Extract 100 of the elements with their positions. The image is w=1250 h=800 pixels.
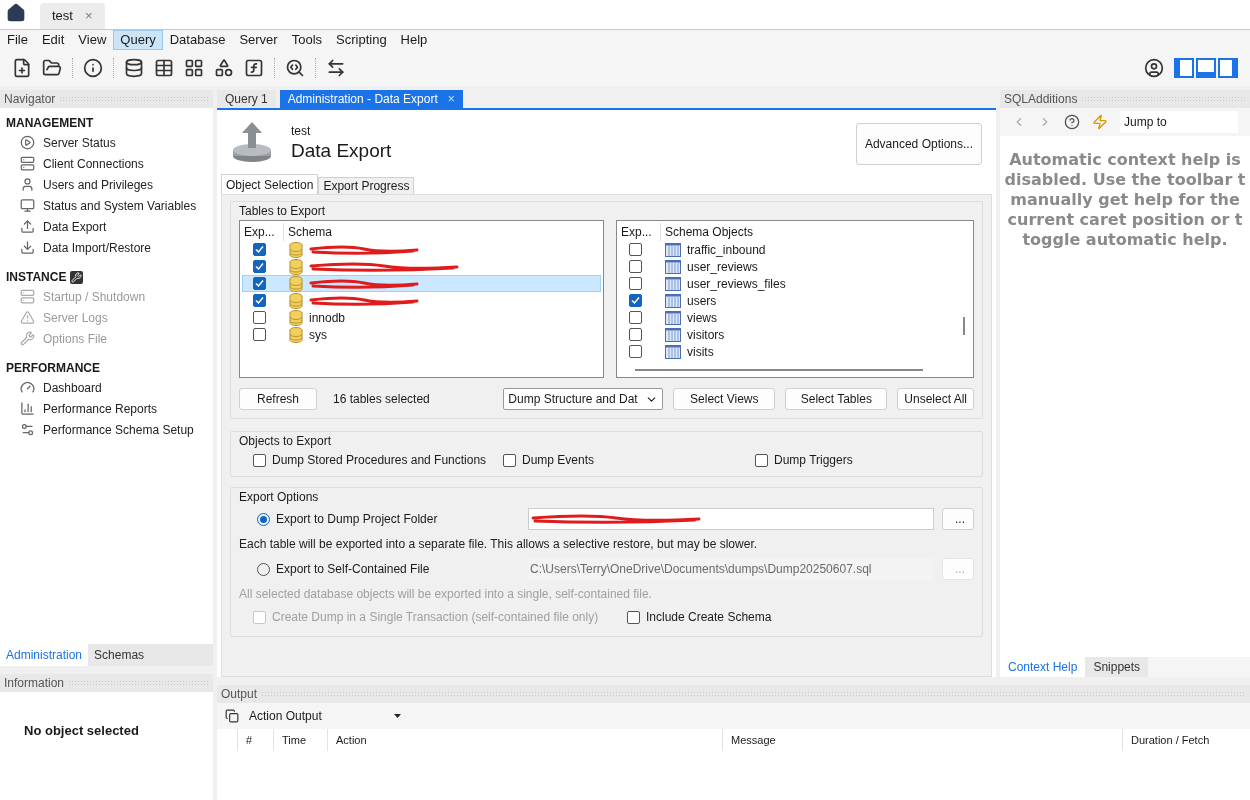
page-title: Data Export: [291, 140, 392, 162]
info-icon[interactable]: [83, 58, 103, 78]
column-header: Exp...: [242, 223, 284, 241]
home-icon[interactable]: [6, 3, 26, 23]
help-icon[interactable]: [1064, 114, 1080, 130]
checkbox[interactable]: [253, 311, 266, 324]
checkbox[interactable]: [253, 453, 266, 467]
action-button[interactable]: Select Views: [673, 388, 776, 410]
report-icon: [20, 401, 35, 416]
option-description: Each table will be exported into a separate file. This allows a selective restore, but may be slower.: [239, 536, 759, 553]
search-icon[interactable]: [285, 58, 305, 78]
navigator-item[interactable]: Performance Reports: [6, 398, 207, 419]
output-toggle-icon[interactable]: [1196, 58, 1216, 78]
server-icon: [20, 156, 35, 171]
sidebar-tab[interactable]: Schemas: [88, 644, 151, 666]
checkbox[interactable]: [253, 243, 266, 256]
menu-item[interactable]: Server: [232, 30, 285, 50]
copy-icon[interactable]: [225, 709, 239, 723]
navigator-item[interactable]: Server Status: [6, 132, 207, 153]
table-name: visitors: [687, 326, 725, 344]
checkbox[interactable]: [627, 610, 640, 624]
information-message: No object selected: [24, 723, 139, 738]
sidebar-tab[interactable]: Administration: [0, 644, 89, 666]
schema-name: sys: [309, 326, 327, 344]
help-tab[interactable]: Context Help: [1000, 657, 1086, 677]
table-icon: [665, 344, 681, 359]
scrollbar[interactable]: [963, 317, 965, 335]
help-tab[interactable]: Snippets: [1085, 657, 1149, 677]
warning-icon: [20, 310, 35, 325]
output-mode-dropdown[interactable]: Action Output: [247, 706, 403, 726]
checkbox[interactable]: [755, 453, 768, 467]
schema-name: innodb: [309, 309, 346, 327]
checkbox[interactable]: [503, 453, 516, 467]
upload-icon: [20, 219, 35, 234]
navigator-item[interactable]: Data Import/Restore: [6, 237, 207, 258]
sync-icon[interactable]: [326, 58, 346, 78]
grid-icon[interactable]: [184, 58, 204, 78]
database-icon: [289, 292, 303, 309]
navigator-item[interactable]: Dashboard: [6, 377, 207, 398]
function-icon[interactable]: [244, 58, 264, 78]
connection-tab[interactable]: test ×: [40, 3, 105, 29]
close-icon[interactable]: ×: [84, 6, 93, 26]
checkbox[interactable]: [253, 328, 266, 341]
navigator-item[interactable]: Performance Schema Setup: [6, 419, 207, 440]
editor-tab[interactable]: Query 1: [217, 90, 276, 108]
sub-tab[interactable]: Export Progress: [318, 177, 415, 194]
checkbox[interactable]: [253, 294, 266, 307]
scrollbar[interactable]: [635, 369, 923, 371]
checkbox[interactable]: [629, 345, 642, 358]
schema-row[interactable]: innodb: [242, 309, 601, 326]
action-button[interactable]: Unselect All: [897, 388, 974, 410]
menu-item[interactable]: Query: [113, 30, 163, 50]
checkbox[interactable]: [253, 260, 266, 273]
editor-tab[interactable]: Administration - Data Export ×: [279, 90, 463, 108]
account-icon[interactable]: [1144, 58, 1164, 78]
menu-item[interactable]: View: [71, 30, 114, 50]
checkbox[interactable]: [629, 243, 642, 256]
close-icon[interactable]: ×: [447, 90, 455, 108]
folder-icon[interactable]: [42, 58, 62, 78]
refresh-button[interactable]: Refresh: [239, 388, 317, 410]
path-field[interactable]: [528, 508, 934, 530]
menu-item[interactable]: Help: [393, 30, 435, 50]
browse-button[interactable]: ...: [942, 508, 974, 530]
monitor-icon: [20, 198, 35, 213]
navigator-item[interactable]: Users and Privileges: [6, 174, 207, 195]
sidebar-toggle-icon[interactable]: [1174, 58, 1194, 78]
schema-row[interactable]: sys: [242, 326, 601, 343]
schema-row[interactable]: [242, 275, 601, 292]
menu-item[interactable]: File: [0, 30, 35, 50]
table-icon: [665, 327, 681, 342]
dump-mode-dropdown[interactable]: Dump Structure and Dat: [503, 388, 664, 410]
checkbox[interactable]: [629, 311, 642, 324]
download-icon: [20, 240, 35, 255]
option-label: Dump Stored Procedures and Functions: [272, 452, 487, 469]
panel-toggle-icon[interactable]: [1218, 58, 1238, 78]
checkbox[interactable]: [629, 277, 642, 290]
table-icon[interactable]: [154, 58, 174, 78]
file-plus-icon[interactable]: [12, 58, 32, 78]
selection-count: 16 tables selected: [333, 391, 430, 408]
menu-item[interactable]: Database: [162, 30, 233, 50]
advanced-options-button[interactable]: Advanced Options...: [855, 123, 982, 165]
navigator-item[interactable]: Client Connections: [6, 153, 207, 174]
shapes-icon[interactable]: [214, 58, 234, 78]
checkbox[interactable]: [253, 277, 266, 290]
jump-to-field[interactable]: Jump to: [1120, 111, 1238, 133]
menu-item[interactable]: Tools: [284, 30, 330, 50]
sub-tab[interactable]: Object Selection: [221, 174, 319, 194]
group-title: Tables to Export: [239, 203, 327, 220]
checkbox[interactable]: [629, 260, 642, 273]
radio-label: Export to Self-Contained File: [276, 561, 431, 578]
database-icon[interactable]: [124, 58, 144, 78]
menu-item[interactable]: Edit: [34, 30, 72, 50]
navigator-item[interactable]: Data Export: [6, 216, 207, 237]
action-button[interactable]: Select Tables: [785, 388, 888, 410]
navigator-item[interactable]: Status and System Variables: [6, 195, 207, 216]
menu-item[interactable]: Scripting: [329, 30, 394, 50]
section-title: MANAGEMENT: [6, 115, 94, 132]
checkbox[interactable]: [629, 294, 642, 307]
checkbox[interactable]: [629, 328, 642, 341]
table-icon: [665, 310, 681, 325]
